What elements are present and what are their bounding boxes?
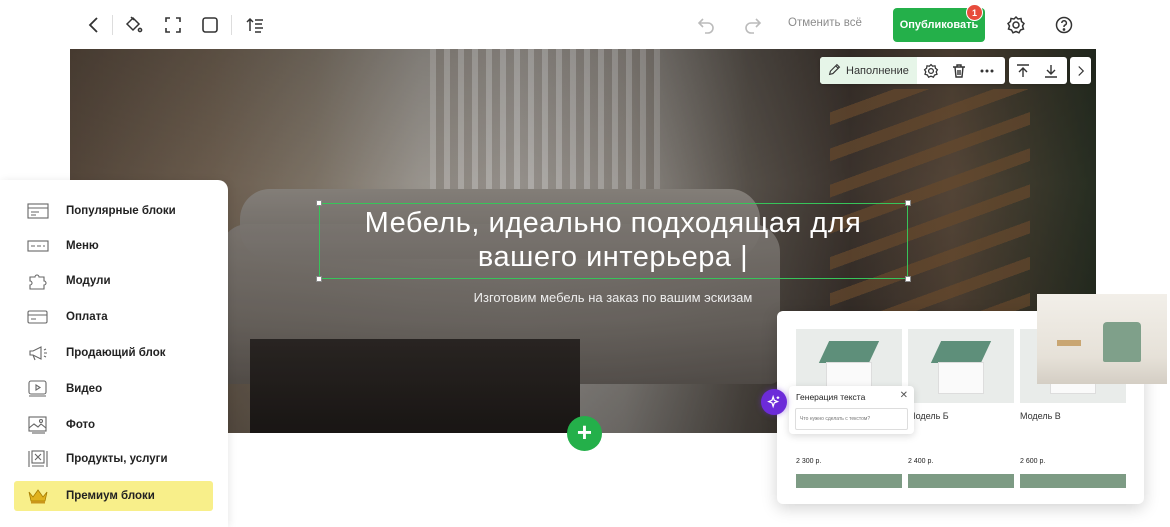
help-icon[interactable]	[1052, 13, 1076, 37]
sidebar-item-photo[interactable]: Фото	[14, 410, 213, 440]
sidebar-item-premium[interactable]: Премиум блоки	[14, 481, 213, 511]
product-name: Модель Б	[908, 411, 949, 421]
pencil-icon	[828, 63, 841, 79]
content-fill-button[interactable]: Наполнение	[820, 57, 917, 84]
redo-icon[interactable]	[741, 13, 765, 37]
text-generation-title: Генерация текста	[796, 392, 866, 402]
sidebar-item-label: Оплата	[66, 311, 108, 323]
sidebar-item-label: Фото	[66, 419, 96, 431]
order-button[interactable]	[796, 474, 902, 488]
more-icon[interactable]	[973, 57, 1001, 84]
toolbar-divider	[231, 15, 232, 35]
sidebar-item-label: Премиум блоки	[66, 490, 155, 502]
text-generation-input[interactable]	[795, 408, 908, 430]
block-move-group	[1009, 57, 1067, 84]
product-price: 2 600 р.	[1020, 458, 1046, 465]
product-price: 2 300 р.	[796, 458, 822, 465]
publish-badge: 1	[966, 4, 983, 21]
popular-blocks-icon	[26, 201, 50, 221]
blocks-sidebar: Популярные блоки Меню Модули Оплата Прод…	[0, 180, 228, 527]
sidebar-item-modules[interactable]: Модули	[14, 266, 213, 296]
order-button[interactable]	[908, 474, 1014, 488]
resize-handle[interactable]	[905, 276, 911, 282]
crown-icon	[26, 486, 50, 506]
product-description	[908, 427, 1014, 439]
sidebar-item-products[interactable]: Продукты, услуги	[14, 444, 213, 474]
sidebar-item-label: Продающий блок	[66, 347, 166, 359]
product-specs	[908, 442, 1014, 454]
sidebar-item-label: Популярные блоки	[66, 205, 176, 217]
fullscreen-icon[interactable]	[161, 13, 185, 37]
editor-canvas: Отменить всё Опубликовать 1 Мебель, идеа…	[0, 0, 1170, 527]
product-name: Модель В	[1020, 411, 1061, 421]
sidebar-item-label: Видео	[66, 383, 103, 395]
hero-subtitle[interactable]: Изготовим мебель на заказ по вашим эскиз…	[320, 290, 906, 305]
cancel-all-button[interactable]: Отменить всё	[788, 17, 862, 29]
sidebar-item-menu[interactable]: Меню	[14, 231, 213, 261]
menu-icon	[26, 236, 50, 256]
order-button[interactable]	[1020, 474, 1126, 488]
photo-icon	[26, 415, 50, 435]
product-specs	[796, 442, 902, 454]
video-icon	[26, 379, 50, 399]
device-preview-icon[interactable]	[198, 13, 222, 37]
payment-card-icon	[26, 307, 50, 327]
paint-bucket-icon[interactable]	[121, 13, 145, 37]
resize-handle[interactable]	[316, 276, 322, 282]
sidebar-item-selling-block[interactable]: Продающий блок	[14, 338, 213, 368]
trash-icon[interactable]	[945, 57, 973, 84]
add-block-button[interactable]: +	[567, 416, 602, 451]
hero-title[interactable]: Мебель, идеально подходящая для вашего и…	[320, 206, 906, 274]
sidebar-item-popular[interactable]: Популярные блоки	[14, 196, 213, 226]
product-specs	[1020, 442, 1126, 454]
back-icon[interactable]	[82, 13, 106, 37]
puzzle-icon	[26, 271, 50, 291]
chevron-right-icon[interactable]	[1070, 57, 1091, 84]
undo-icon[interactable]	[694, 13, 718, 37]
sidebar-item-label: Модули	[66, 275, 111, 287]
move-down-icon[interactable]	[1037, 57, 1065, 84]
sparkle-ai-icon[interactable]	[761, 389, 787, 415]
products-icon	[26, 449, 50, 469]
sidebar-item-video[interactable]: Видео	[14, 374, 213, 404]
text-generation-panel: Генерация текста ✕	[789, 386, 914, 434]
settings-gear-icon[interactable]	[1004, 13, 1028, 37]
move-up-icon[interactable]	[1009, 57, 1037, 84]
megaphone-icon	[26, 343, 50, 363]
close-icon[interactable]: ✕	[900, 390, 908, 401]
product-image	[908, 329, 1014, 403]
sidebar-item-payment[interactable]: Оплата	[14, 302, 213, 332]
product-card: Модель Б 2 400 р.	[908, 329, 1014, 488]
interior-thumbnail-image	[1037, 294, 1167, 384]
sidebar-item-label: Меню	[66, 240, 99, 252]
product-price: 2 400 р.	[908, 458, 934, 465]
product-description	[1020, 427, 1126, 439]
block-toolbar: Наполнение	[820, 57, 1005, 84]
content-fill-label: Наполнение	[846, 64, 909, 77]
sidebar-item-label: Продукты, услуги	[66, 453, 168, 465]
structure-icon[interactable]	[243, 13, 267, 37]
toolbar-divider	[112, 15, 113, 35]
block-settings-icon[interactable]	[917, 57, 945, 84]
